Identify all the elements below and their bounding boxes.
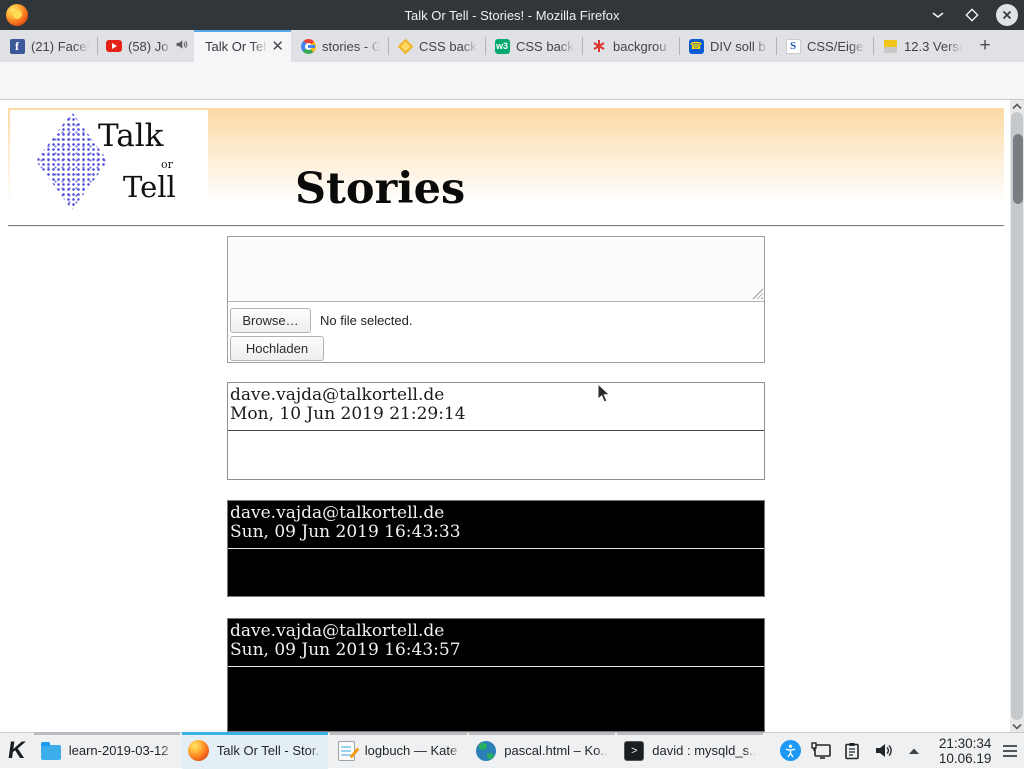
tab-strip: f (21) Faceb (58) Jo Talk Or Tel ✕ stori… <box>0 30 1024 62</box>
selfhtml-icon: S <box>785 38 801 54</box>
task-firefox[interactable]: Talk Or Tell - Stor... <box>182 733 328 769</box>
tray-expand-icon[interactable] <box>903 740 925 762</box>
kde-logo-icon: K <box>6 737 27 765</box>
system-tray <box>779 740 925 762</box>
story-textarea[interactable] <box>228 237 764 302</box>
yellow-doc-icon <box>882 38 898 54</box>
tab-selfhtml[interactable]: S CSS/Eige <box>776 30 873 62</box>
tab-12-3-vers[interactable]: 12.3 Verse <box>873 30 970 62</box>
page-scrollbar[interactable] <box>1010 100 1024 732</box>
display-icon[interactable] <box>810 740 832 762</box>
tab-facebook[interactable]: f (21) Faceb <box>0 30 97 62</box>
clipboard-icon[interactable] <box>841 740 863 762</box>
message-date: Sun, 09 Jun 2019 16:43:33 <box>230 523 762 542</box>
kate-icon <box>336 740 358 762</box>
mouse-cursor <box>597 383 612 409</box>
message-card: dave.vajda@talkortell.de Mon, 10 Jun 201… <box>227 382 765 480</box>
message-sender: dave.vajda@talkortell.de <box>230 622 762 641</box>
phone-icon: ☎ <box>688 38 704 54</box>
w3schools-icon: w3 <box>494 38 510 54</box>
message-card: dave.vajda@talkortell.de Sun, 09 Jun 201… <box>227 618 765 732</box>
gold-gem-icon <box>397 38 413 54</box>
task-konqueror[interactable]: pascal.html – Ko... <box>469 733 615 769</box>
header-divider <box>8 225 1004 227</box>
message-date: Mon, 10 Jun 2019 21:29:14 <box>230 405 762 424</box>
google-icon <box>300 38 316 54</box>
tab-background[interactable]: backgrou <box>582 30 679 62</box>
firefox-icon <box>188 740 210 762</box>
window-titlebar: Talk Or Tell - Stories! - Mozilla Firefo… <box>0 0 1024 30</box>
accessibility-icon[interactable] <box>779 740 801 762</box>
message-date: Sun, 09 Jun 2019 16:43:57 <box>230 641 762 660</box>
task-kate[interactable]: logbuch — Kate <box>330 733 468 769</box>
message-sender: dave.vajda@talkortell.de <box>230 386 762 405</box>
youtube-icon <box>106 38 122 54</box>
browser-viewport: Talk or Tell Stories Browse… No file sel… <box>0 100 1024 732</box>
scroll-up-icon[interactable] <box>1010 100 1024 112</box>
browse-button[interactable]: Browse… <box>230 308 311 333</box>
message-card: dave.vajda@talkortell.de Sun, 09 Jun 201… <box>227 500 765 597</box>
firefox-icon <box>6 4 28 26</box>
file-status-text: No file selected. <box>320 313 413 328</box>
red-asterisk-icon <box>591 38 607 54</box>
message-divider <box>228 430 764 431</box>
message-divider <box>228 548 764 549</box>
task-file-manager[interactable]: learn-2019-03-12 ... <box>34 733 180 769</box>
scroll-down-icon[interactable] <box>1010 720 1024 732</box>
close-button[interactable] <box>996 4 1018 26</box>
tab-css-background-1[interactable]: CSS backg <box>388 30 485 62</box>
kde-taskbar: K learn-2019-03-12 ... Talk Or Tell - St… <box>0 732 1024 768</box>
talk-or-tell-logo: Talk or Tell <box>10 110 208 214</box>
site-header: Talk or Tell Stories <box>8 108 1004 216</box>
clock-time: 21:30:34 <box>933 736 991 751</box>
tab-div-soll[interactable]: ☎ DIV soll b <box>679 30 776 62</box>
navigation-toolbar: i 192.168.178.28/messages6/dave.vajda@ta… <box>0 62 1024 100</box>
textarea-resize-handle[interactable] <box>752 288 763 299</box>
folder-icon <box>40 740 62 762</box>
story-upload-form: Browse… No file selected. Hochladen <box>227 236 765 363</box>
tab-youtube[interactable]: (58) Jo <box>97 30 194 62</box>
konqueror-globe-icon <box>475 740 497 762</box>
tab-css-background-2[interactable]: w3 CSS backg <box>485 30 582 62</box>
digital-clock[interactable]: 21:30:34 10.06.19 <box>933 736 991 766</box>
tab-audio-icon[interactable] <box>175 38 188 54</box>
maximize-button[interactable] <box>962 5 982 25</box>
scrollbar-track[interactable] <box>1011 112 1023 720</box>
task-konsole[interactable]: > david : mysqld_s... <box>617 733 763 769</box>
app-launcher-button[interactable]: K <box>0 733 34 769</box>
tab-close-icon[interactable]: ✕ <box>270 39 285 54</box>
page-title: Stories <box>295 164 465 214</box>
clock-date: 10.06.19 <box>933 751 991 766</box>
panel-menu-icon[interactable] <box>999 740 1020 762</box>
scrollbar-thumb[interactable] <box>1013 134 1023 204</box>
tab-talk-or-tell-active[interactable]: Talk Or Tel ✕ <box>194 30 291 62</box>
window-title: Talk Or Tell - Stories! - Mozilla Firefo… <box>0 8 1024 23</box>
new-tab-button[interactable]: + <box>970 30 1000 62</box>
upload-button[interactable]: Hochladen <box>230 336 324 361</box>
konsole-icon: > <box>623 740 645 762</box>
facebook-icon: f <box>9 38 25 54</box>
message-sender: dave.vajda@talkortell.de <box>230 504 762 523</box>
tab-stories-search[interactable]: stories - G <box>291 30 388 62</box>
message-divider <box>228 666 764 667</box>
volume-icon[interactable] <box>872 740 894 762</box>
minimize-button[interactable] <box>928 5 948 25</box>
